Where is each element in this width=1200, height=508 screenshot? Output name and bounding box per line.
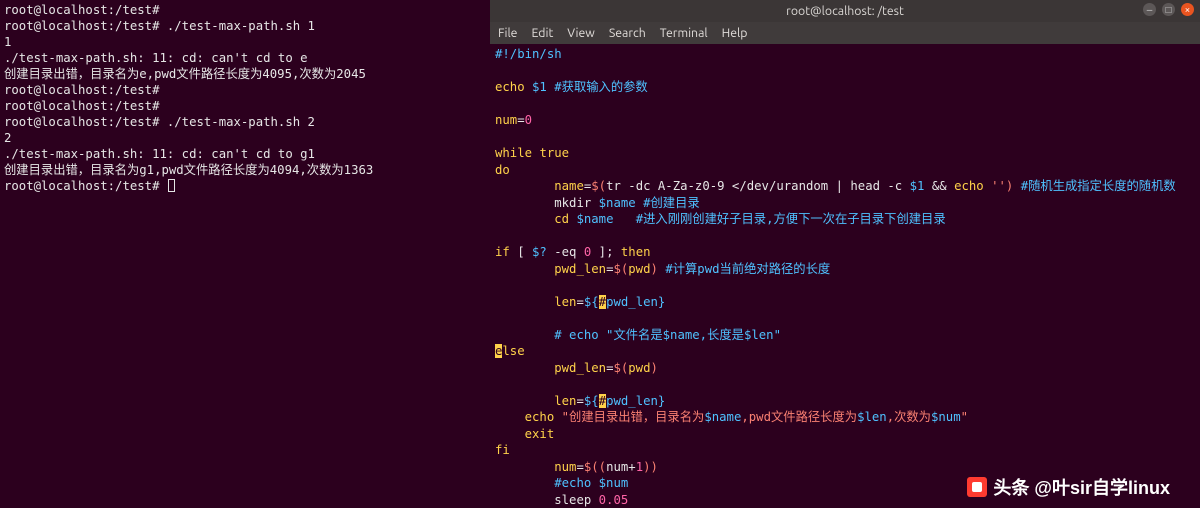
terminal-line: root@localhost:/test#: [4, 2, 486, 18]
code-line: [495, 63, 1195, 80]
terminal-line: ./test-max-path.sh: 11: cd: can't cd to …: [4, 50, 486, 66]
code-line: #!/bin/sh: [495, 46, 1195, 63]
maximize-button[interactable]: □: [1162, 3, 1175, 16]
code-line: len=${#pwd_len}: [495, 294, 1195, 311]
terminal-line: root@localhost:/test#: [4, 82, 486, 98]
menu-item-file[interactable]: File: [498, 27, 517, 40]
code-line: do: [495, 162, 1195, 179]
menu-item-view[interactable]: View: [567, 27, 595, 40]
editor-window: root@localhost: /test ‒ □ × File Edit View…: [490, 0, 1200, 508]
terminal-line: 2: [4, 130, 486, 146]
code-line: pwd_len=$(pwd) #计算pwd当前绝对路径的长度: [495, 261, 1195, 278]
terminal-line: 1: [4, 34, 486, 50]
watermark-text: 头条 @叶sir自学linux: [993, 474, 1170, 500]
cursor-icon: [168, 179, 175, 192]
code-line: # echo "文件名是$name,长度是$len": [495, 327, 1195, 344]
menu-item-help[interactable]: Help: [722, 27, 748, 40]
code-line: len=${#pwd_len}: [495, 393, 1195, 410]
code-line: exit: [495, 426, 1195, 443]
terminal-line: root@localhost:/test#: [4, 98, 486, 114]
terminal-line: 创建目录出错，目录名为e,pwd文件路径长度为4095,次数为2045: [4, 66, 486, 82]
code-line: [495, 228, 1195, 245]
code-line: [495, 96, 1195, 113]
menu-item-edit[interactable]: Edit: [531, 27, 553, 40]
terminal-line: 创建目录出错，目录名为g1,pwd文件路径长度为4094,次数为1363: [4, 162, 486, 178]
code-line: [495, 277, 1195, 294]
code-line: cd $name #进入刚刚创建好子目录,方便下一次在子目录下创建目录: [495, 211, 1195, 228]
code-line: echo $1 #获取输入的参数: [495, 79, 1195, 96]
minimize-button[interactable]: ‒: [1143, 3, 1156, 16]
code-line: num=0: [495, 112, 1195, 129]
terminal-line: root@localhost:/test# ./test-max-path.sh…: [4, 114, 486, 130]
close-button[interactable]: ×: [1181, 3, 1194, 16]
code-line: num=$((num+1)): [495, 459, 1195, 476]
code-line: echo "创建目录出错，目录名为$name,pwd文件路径长度为$len,次数…: [495, 409, 1195, 426]
window-title: root@localhost: /test: [786, 5, 904, 18]
titlebar: root@localhost: /test ‒ □ ×: [490, 0, 1200, 22]
code-line: while true: [495, 145, 1195, 162]
menu-item-terminal[interactable]: Terminal: [660, 27, 708, 40]
menu-bar: File Edit View Search Terminal Help: [490, 22, 1200, 44]
menu-item-search[interactable]: Search: [609, 27, 646, 40]
code-line: pwd_len=$(pwd): [495, 360, 1195, 377]
watermark: 头条 @叶sir自学linux: [967, 474, 1170, 500]
code-line: else: [495, 343, 1195, 360]
code-line: if [ $? -eq 0 ]; then: [495, 244, 1195, 261]
terminal-line: ./test-max-path.sh: 11: cd: can't cd to …: [4, 146, 486, 162]
code-line: [495, 310, 1195, 327]
code-line: fi: [495, 442, 1195, 459]
code-line: [495, 376, 1195, 393]
terminal-left[interactable]: root@localhost:/test#root@localhost:/tes…: [0, 0, 490, 508]
watermark-logo-icon: [967, 477, 987, 497]
code-line: mkdir $name #创建目录: [495, 195, 1195, 212]
code-line: name=$(tr -dc A-Za-z0-9 </dev/urandom | …: [495, 178, 1195, 195]
code-editor[interactable]: #!/bin/sh echo $1 #获取输入的参数 num=0 while t…: [490, 44, 1200, 508]
code-line: [495, 129, 1195, 146]
terminal-line: root@localhost:/test#: [4, 178, 486, 194]
terminal-line: root@localhost:/test# ./test-max-path.sh…: [4, 18, 486, 34]
